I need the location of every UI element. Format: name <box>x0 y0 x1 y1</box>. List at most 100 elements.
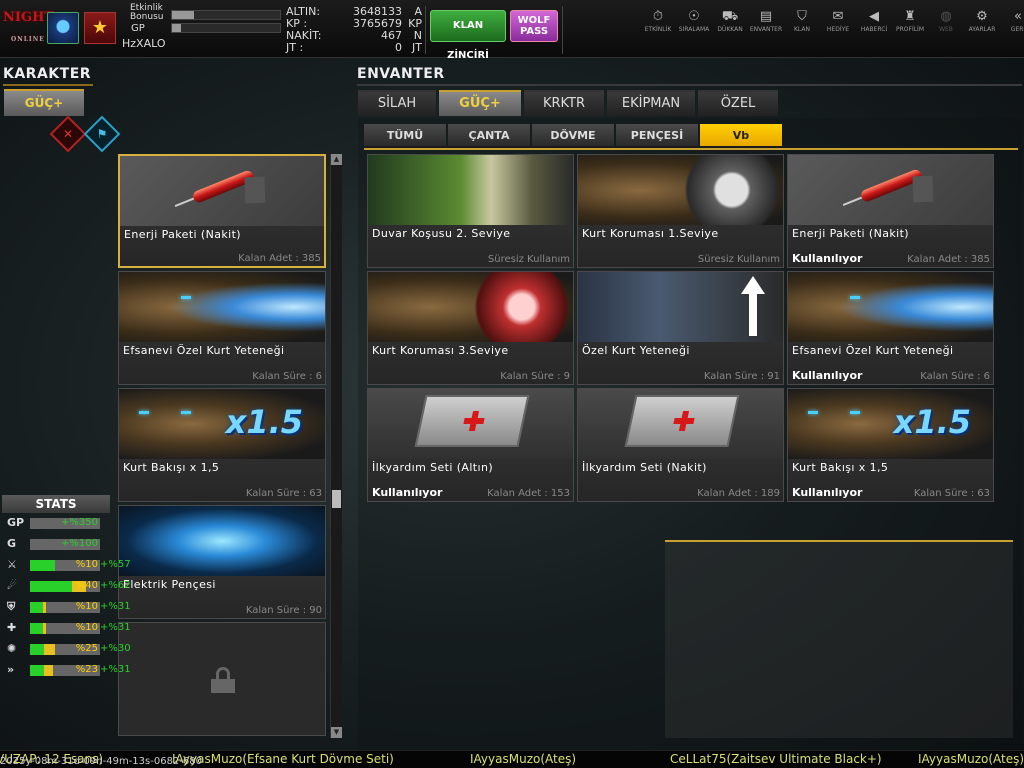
first-aid-kit-icon <box>414 395 530 447</box>
equipped-item-card[interactable]: x1.5 Kurt Bakışı x 1,5 Kalan Süre : 63 <box>118 388 326 502</box>
inventory-item-card[interactable]: Kurt Koruması 3.Seviye Kalan Süre : 9 <box>367 271 574 385</box>
tab-3[interactable]: KRKTR <box>524 90 604 116</box>
item-name: Duvar Koşusu 2. Seviye <box>372 227 511 240</box>
karakter-guc-tab[interactable]: GÜÇ+ <box>4 89 84 116</box>
nav-envanter[interactable]: ▤ ENVANTER <box>748 8 784 33</box>
item-art <box>120 156 324 226</box>
item-name: Enerji Paketi (Nakit) <box>792 227 910 240</box>
nav-klan[interactable]: ⛉ KLAN <box>784 8 820 33</box>
nav-etki̇nli̇k[interactable]: ⏱ ETKİNLİK <box>640 8 676 33</box>
currency-key: JT : <box>286 41 304 54</box>
ticker-message: IAyyasMuzo(Ateş) <box>918 752 1024 766</box>
nav-label: DÜKKAN <box>717 26 743 33</box>
megaphone-icon: ◀ <box>869 9 879 24</box>
wolf-eye-icon <box>181 411 191 414</box>
gear-icon: ⚙ <box>976 9 988 24</box>
item-remaining: Kalan Adet : 153 <box>487 488 570 499</box>
envanter-title: ENVANTER <box>357 66 445 82</box>
karakter-title: KARAKTER <box>3 66 92 82</box>
equipped-item-card[interactable]: Efsanevi Özel Kurt Yeteneği Kalan Süre : … <box>118 271 326 385</box>
gp-icon: GP <box>7 516 25 529</box>
ticker-message: CeLLat75(Zaitsev Ultimate Black+) <box>670 752 882 766</box>
tab-5[interactable]: ÖZEL <box>698 90 778 116</box>
scroll-thumb[interactable] <box>332 490 341 508</box>
item-name: İlkyardım Seti (Altın) <box>372 461 494 474</box>
item-art: x1.5 <box>788 389 993 459</box>
inventory-item-card[interactable]: İlkyardım Seti (Altın) Kullanılıyor Kalan … <box>367 388 574 502</box>
stat-bonus: +%57 <box>100 559 131 570</box>
item-art <box>368 389 573 459</box>
tab-1[interactable]: SİLAH <box>358 90 436 116</box>
karakter-underline <box>3 84 93 86</box>
defense-icon: ⛨ <box>7 600 16 613</box>
gp-bar <box>171 23 281 33</box>
speed-icon: ☄ <box>7 579 17 592</box>
sub-tab-1[interactable]: TÜMÜ <box>364 124 446 148</box>
wolf-pass-button[interactable]: WOLF PASS <box>510 10 558 42</box>
inventory-item-card[interactable]: x1.5 Kurt Bakışı x 1,5 Kullanılıyor Kalan S… <box>787 388 994 502</box>
equipped-item-card[interactable]: Enerji Paketi (Nakit) Kalan Adet : 385 <box>118 154 326 268</box>
nav-web[interactable]: ◍ WEB <box>928 8 964 33</box>
top-bar: NIGHT ONLINE ★ Etkinlik Bonusu GP HzXALO… <box>0 0 1024 61</box>
dash-icon: » <box>7 663 15 676</box>
locked-slot[interactable] <box>118 622 326 736</box>
gp-label: GP <box>131 23 145 34</box>
item-name: İlkyardım Seti (Nakit) <box>582 461 707 474</box>
stat-value: %25 <box>75 643 98 654</box>
stats-panel: STATS GP +%350 G +%100 ⚔ %10 +%57 ☄ %40 +%62 ⛨ %10 +… <box>2 495 131 681</box>
item-name: Efsanevi Özel Kurt Yeteneği <box>123 344 285 357</box>
item-preview-panel <box>665 540 1013 738</box>
nav-hedi̇ye[interactable]: ✉ HEDİYE <box>820 8 856 33</box>
shield-icon: ⛉ <box>797 9 807 24</box>
nav-label: HABERCİ <box>860 26 888 33</box>
multiplier-label: x1.5 <box>893 403 971 441</box>
stat-value: %40 <box>75 580 98 591</box>
tab-4[interactable]: EKİPMAN <box>607 90 695 116</box>
item-name: Kurt Koruması 1.Seviye <box>582 227 719 240</box>
sub-tab-4[interactable]: PENÇESİ <box>616 124 698 148</box>
nav-geri̇[interactable]: « GERİ <box>1000 8 1024 33</box>
energy-pack-icon <box>840 162 936 215</box>
sub-tab-underline <box>364 148 1018 150</box>
scroll-down-icon[interactable]: ▼ <box>331 727 342 738</box>
inventory-item-card[interactable]: Efsanevi Özel Kurt Yeteneği Kullanılıyor K… <box>787 271 994 385</box>
sub-tab-5[interactable]: Vb <box>700 124 782 148</box>
nav-ayarlar[interactable]: ⚙ AYARLAR <box>964 8 1000 33</box>
sub-tab-3[interactable]: DÖVME <box>532 124 614 148</box>
stat-row: » %23 +%31 <box>2 660 131 681</box>
etkinlik-label: Etkinlik Bonusu <box>130 3 164 22</box>
sub-tab-2[interactable]: ÇANTA <box>448 124 530 148</box>
inventory-item-card[interactable]: Kurt Koruması 1.Seviye Süresiz Kullanım <box>577 154 784 268</box>
left-scrollbar[interactable]: ▲ ▼ <box>330 154 342 738</box>
item-name: Enerji Paketi (Nakit) <box>124 228 242 241</box>
stat-row: ⚔ %10 +%57 <box>2 555 131 576</box>
avatar[interactable] <box>47 12 79 44</box>
item-remaining: Kalan Adet : 385 <box>238 253 321 264</box>
scroll-up-icon[interactable]: ▲ <box>331 154 342 165</box>
nav-profi̇li̇m[interactable]: ♜ PROFİLİM <box>892 8 928 33</box>
character-blue-icon[interactable]: ⚑ <box>83 115 121 153</box>
character-red-icon[interactable]: ✕ <box>49 115 87 153</box>
nav-dükkan[interactable]: ⛟ DÜKKAN <box>712 8 748 33</box>
stat-row: G +%100 <box>2 534 110 555</box>
tab-2[interactable]: GÜÇ+ <box>439 90 521 116</box>
inventory-item-card[interactable]: İlkyardım Seti (Nakit) Kalan Adet : 189 <box>577 388 784 502</box>
inventory-item-card[interactable]: Enerji Paketi (Nakit) Kullanılıyor Kalan A… <box>787 154 994 268</box>
nav-siralama[interactable]: ☉ SIRALAMA <box>676 8 712 33</box>
equipped-items-list: Enerji Paketi (Nakit) Kalan Adet : 385 Efs… <box>118 154 326 739</box>
stat-bonus: +%31 <box>100 664 131 675</box>
item-remaining: Kalan Süre : 9 <box>500 371 570 382</box>
currency-unit: JT <box>412 41 422 54</box>
klan-zinciri-button[interactable]: KLAN ZİNCİRİ <box>430 10 506 61</box>
nav-haberci̇[interactable]: ◀ HABERCİ <box>856 8 892 33</box>
nav-label: ETKİNLİK <box>644 26 672 33</box>
equipped-item-card[interactable]: Elektrik Pençesi Kalan Süre : 90 <box>118 505 326 619</box>
item-art <box>119 272 325 342</box>
g-icon: G <box>7 537 17 550</box>
inventory-item-card[interactable]: Özel Kurt Yeteneği Kalan Süre : 91 <box>577 271 784 385</box>
ticker-message: IAyyasMuzo(Ateş) <box>470 752 577 766</box>
profile-icon: ♜ <box>904 9 916 24</box>
item-remaining: Kalan Süre : 90 <box>245 605 322 616</box>
health-icon: ✚ <box>7 621 17 634</box>
inventory-item-card[interactable]: Duvar Koşusu 2. Seviye Süresiz Kullanım <box>367 154 574 268</box>
